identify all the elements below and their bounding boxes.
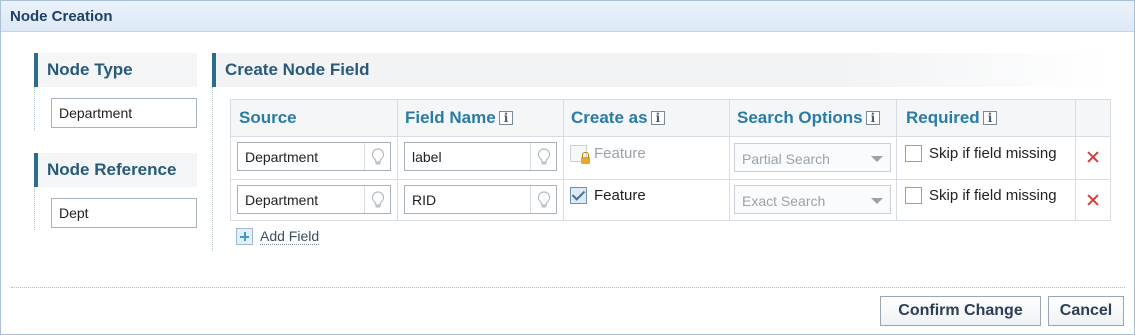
- node-reference-field[interactable]: Dept: [51, 198, 197, 228]
- column-header-create-as: Create as: [571, 108, 665, 128]
- node-type-value: Department: [59, 105, 133, 121]
- column-header-label: Required: [906, 108, 980, 127]
- info-icon[interactable]: [982, 111, 997, 125]
- fields-table: Source Field Name Create as Search Optio…: [230, 99, 1111, 221]
- column-header-search-options: Search Options: [737, 108, 880, 128]
- field-name-combo[interactable]: RID: [404, 185, 557, 214]
- node-type-field[interactable]: Department: [51, 98, 197, 128]
- delete-x-icon[interactable]: [1087, 151, 1099, 163]
- lock-icon: [581, 152, 590, 164]
- footer-divider: [11, 287, 1125, 288]
- divider: [212, 87, 213, 251]
- required-checkbox[interactable]: [905, 187, 922, 204]
- node-type-heading: Node Type: [34, 53, 197, 87]
- info-icon[interactable]: [498, 111, 513, 125]
- source-combo[interactable]: Department: [237, 142, 391, 171]
- divider: [34, 187, 35, 230]
- lightbulb-icon[interactable]: [530, 186, 556, 213]
- field-name-value: RID: [412, 192, 437, 208]
- node-creation-dialog: Node Creation Node Type Department Node …: [0, 0, 1135, 335]
- source-value: Department: [245, 149, 319, 165]
- field-name-value: label: [412, 149, 442, 165]
- create-as-label: Feature: [594, 145, 646, 162]
- dialog-titlebar: Node Creation: [1, 1, 1134, 32]
- search-option-value: Exact Search: [742, 193, 826, 209]
- create-node-field-heading-text: Create Node Field: [225, 60, 370, 79]
- required-label: Skip if field missing: [929, 187, 1057, 204]
- lightbulb-icon[interactable]: [364, 186, 390, 213]
- node-type-heading-text: Node Type: [47, 60, 133, 79]
- delete-x-icon[interactable]: [1087, 194, 1099, 206]
- lightbulb-icon[interactable]: [530, 143, 556, 170]
- create-as-label: Feature: [594, 187, 646, 204]
- lightbulb-icon[interactable]: [364, 143, 390, 170]
- column-header-field-name: Field Name: [405, 108, 513, 128]
- required-label: Skip if field missing: [929, 145, 1057, 162]
- chevron-down-icon: [871, 156, 883, 162]
- search-option-select[interactable]: Partial Search: [734, 143, 891, 172]
- plus-icon[interactable]: [236, 228, 253, 245]
- dialog-title: Node Creation: [10, 8, 113, 25]
- field-name-combo[interactable]: label: [404, 142, 557, 171]
- source-combo[interactable]: Department: [237, 185, 391, 214]
- column-header-label: Field Name: [405, 108, 496, 127]
- column-header-source: Source: [239, 108, 297, 128]
- node-reference-heading-text: Node Reference: [47, 160, 177, 179]
- add-field-link[interactable]: Add Field: [260, 228, 320, 245]
- divider: [34, 87, 35, 131]
- create-node-field-heading: Create Node Field: [212, 53, 1111, 87]
- search-option-value: Partial Search: [742, 151, 830, 167]
- column-header-label: Create as: [571, 108, 648, 127]
- search-option-select[interactable]: Exact Search: [734, 185, 891, 214]
- source-value: Department: [245, 192, 319, 208]
- confirm-change-button[interactable]: Confirm Change: [880, 296, 1041, 326]
- cancel-button[interactable]: Cancel: [1048, 296, 1124, 326]
- info-icon[interactable]: [650, 111, 665, 125]
- column-header-label: Search Options: [737, 108, 863, 127]
- node-reference-heading: Node Reference: [34, 153, 197, 187]
- node-reference-value: Dept: [59, 205, 89, 221]
- chevron-down-icon: [871, 198, 883, 204]
- required-checkbox[interactable]: [905, 145, 922, 162]
- create-as-checkbox[interactable]: [570, 187, 587, 204]
- info-icon[interactable]: [865, 111, 880, 125]
- column-header-required: Required: [906, 108, 997, 128]
- column-header-label: Source: [239, 108, 297, 127]
